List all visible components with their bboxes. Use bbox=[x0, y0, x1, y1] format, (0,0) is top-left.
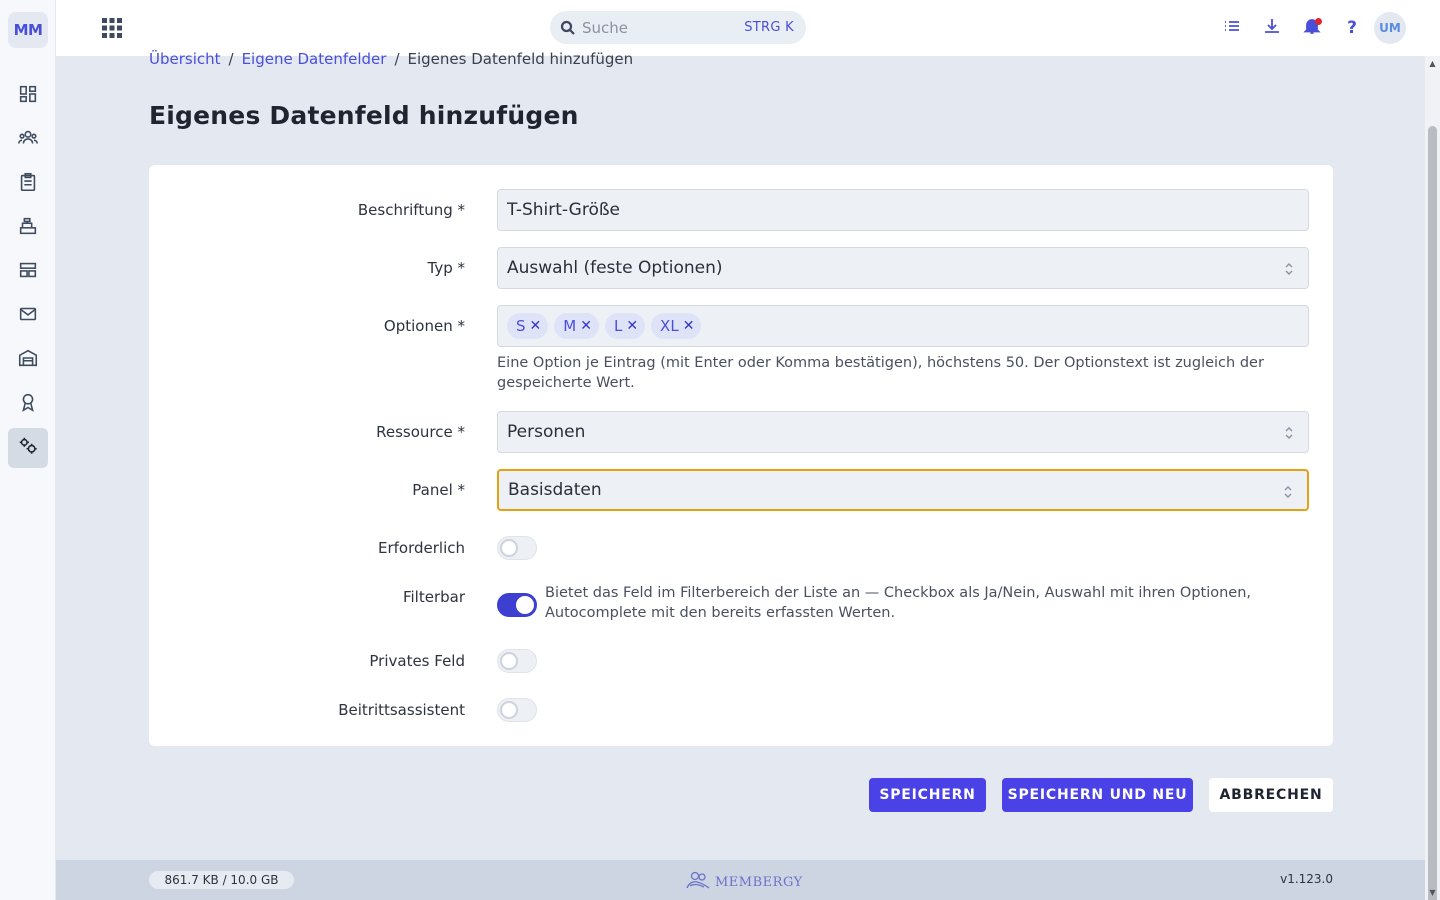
award-icon bbox=[17, 391, 39, 417]
help-button[interactable]: ? bbox=[1340, 16, 1364, 40]
resource-select[interactable]: Personen bbox=[497, 411, 1309, 453]
sidebar-item-layout[interactable] bbox=[8, 252, 48, 292]
type-select[interactable]: Auswahl (feste Optionen) bbox=[497, 247, 1309, 289]
toggle-knob bbox=[500, 652, 518, 670]
people-icon bbox=[17, 127, 39, 153]
page-scrollbar[interactable]: ▲ ▼ bbox=[1425, 56, 1440, 900]
sidebar-item-settings[interactable] bbox=[8, 428, 48, 468]
type-select-value: Auswahl (feste Optionen) bbox=[507, 258, 723, 278]
layout-icon bbox=[17, 259, 39, 285]
toggle-knob bbox=[516, 596, 534, 614]
toggle-knob bbox=[500, 701, 518, 719]
required-toggle-label: Erforderlich bbox=[377, 539, 465, 557]
save-button[interactable]: SPEICHERN bbox=[869, 778, 986, 812]
sidebar-item-mail[interactable] bbox=[8, 296, 48, 336]
brand-logo: MEMBERGY bbox=[685, 870, 803, 894]
breadcrumb: Übersicht / Eigene Datenfelder / Eigenes Dat… bbox=[149, 50, 634, 68]
scroll-down-arrow-icon[interactable]: ▼ bbox=[1428, 888, 1437, 897]
options-field-label: Optionen * bbox=[383, 317, 465, 335]
type-field-label: Typ * bbox=[427, 259, 466, 277]
sidebar-item-warehouse[interactable] bbox=[8, 340, 48, 380]
user-avatar[interactable]: UM bbox=[1374, 12, 1406, 44]
remove-chip-icon[interactable]: ✕ bbox=[530, 318, 542, 334]
breadcrumb-overview[interactable]: Übersicht bbox=[149, 50, 221, 68]
panel-field-label: Panel * bbox=[412, 481, 465, 499]
sidebar-item-people[interactable] bbox=[8, 120, 48, 160]
apps-grid-icon[interactable] bbox=[101, 17, 123, 39]
app-logo[interactable]: MM bbox=[8, 12, 48, 48]
search-bar[interactable]: Suche STRG K bbox=[550, 11, 806, 44]
list-icon bbox=[1223, 17, 1241, 39]
option-chip-label: M bbox=[563, 317, 577, 335]
sidebar-item-cash[interactable] bbox=[8, 208, 48, 248]
option-chip-label: L bbox=[613, 317, 623, 335]
membership-wizard-toggle[interactable] bbox=[497, 698, 537, 722]
options-hint: Eine Option je Eintrag (mit Enter oder K… bbox=[497, 355, 1264, 391]
cash-register-icon bbox=[17, 215, 39, 241]
option-chip: L ✕ bbox=[604, 313, 646, 339]
remove-chip-icon[interactable]: ✕ bbox=[683, 318, 695, 334]
panel-select-value: Basisdaten bbox=[508, 480, 602, 500]
app-version: v1.123.0 bbox=[1280, 872, 1333, 886]
panel-select[interactable]: Basisdaten bbox=[497, 469, 1309, 511]
sidebar-item-dashboard[interactable] bbox=[8, 76, 48, 116]
membergy-logo-icon bbox=[685, 870, 711, 894]
footer: 861.7 KB / 10.0 GB MEMBERGY v1.123.0 bbox=[56, 860, 1425, 900]
remove-chip-icon[interactable]: ✕ bbox=[580, 318, 592, 334]
select-chevron-icon bbox=[1284, 425, 1294, 441]
option-chip-label: S bbox=[516, 317, 526, 335]
downloads-button[interactable] bbox=[1260, 16, 1284, 40]
resource-field-label: Ressource * bbox=[376, 423, 465, 441]
brand-name: MEMBERGY bbox=[715, 874, 803, 890]
filterable-toggle-label: Filterbar bbox=[402, 588, 465, 606]
clipboard-icon bbox=[17, 171, 39, 197]
sidebar-item-awards[interactable] bbox=[8, 384, 48, 424]
sidebar: MM bbox=[0, 0, 56, 900]
task-list-button[interactable] bbox=[1220, 16, 1244, 40]
resource-select-value: Personen bbox=[507, 422, 586, 442]
page-title: Eigenes Datenfeld hinzufügen bbox=[149, 101, 579, 130]
search-shortcut: STRG K bbox=[744, 20, 794, 35]
save-and-new-button[interactable]: SPEICHERN UND NEU bbox=[1002, 778, 1193, 812]
scroll-up-arrow-icon[interactable]: ▲ bbox=[1428, 59, 1437, 68]
storage-usage: 861.7 KB / 10.0 GB bbox=[149, 871, 294, 889]
option-chip-label: XL bbox=[660, 317, 679, 335]
warehouse-icon bbox=[17, 347, 39, 373]
scrollbar-thumb[interactable] bbox=[1428, 126, 1437, 900]
remove-chip-icon[interactable]: ✕ bbox=[626, 318, 638, 334]
select-chevron-icon bbox=[1284, 261, 1294, 277]
option-chip: S ✕ bbox=[507, 313, 549, 339]
top-bar: Suche STRG K ? UM bbox=[56, 0, 1440, 56]
settings-gears-icon bbox=[17, 435, 39, 461]
wizard-toggle-label: Beitrittsassistent bbox=[338, 701, 465, 719]
notification-badge bbox=[1315, 18, 1322, 25]
custom-field-form: Beschriftung * T-Shirt-Größe Typ * Auswa… bbox=[149, 165, 1333, 746]
select-chevron-icon bbox=[1283, 484, 1293, 500]
dashboard-icon bbox=[17, 83, 39, 109]
private-toggle-label: Privates Feld bbox=[369, 652, 465, 670]
download-icon bbox=[1263, 17, 1281, 39]
cancel-button[interactable]: ABBRECHEN bbox=[1209, 778, 1333, 812]
mail-icon bbox=[17, 303, 39, 329]
breadcrumb-current: Eigenes Datenfeld hinzufügen bbox=[407, 50, 634, 68]
label-input[interactable]: T-Shirt-Größe bbox=[497, 189, 1309, 231]
options-chip-input[interactable]: S ✕ M ✕ L ✕ XL ✕ bbox=[497, 305, 1309, 347]
search-placeholder: Suche bbox=[582, 19, 629, 37]
notifications-button[interactable] bbox=[1300, 16, 1324, 40]
required-toggle[interactable] bbox=[497, 536, 537, 560]
label-field-label: Beschriftung * bbox=[357, 201, 465, 219]
label-input-value: T-Shirt-Größe bbox=[507, 200, 621, 220]
option-chip: XL ✕ bbox=[651, 313, 702, 339]
option-chip: M ✕ bbox=[554, 313, 599, 339]
filterable-hint: Bietet das Feld im Filterbereich der Lis… bbox=[545, 585, 1252, 621]
breadcrumb-custom-fields[interactable]: Eigene Datenfelder bbox=[242, 50, 387, 68]
toggle-knob bbox=[500, 539, 518, 557]
private-field-toggle[interactable] bbox=[497, 649, 537, 673]
filterable-toggle[interactable] bbox=[497, 593, 537, 617]
help-icon: ? bbox=[1347, 18, 1357, 38]
sidebar-item-tasks[interactable] bbox=[8, 164, 48, 204]
